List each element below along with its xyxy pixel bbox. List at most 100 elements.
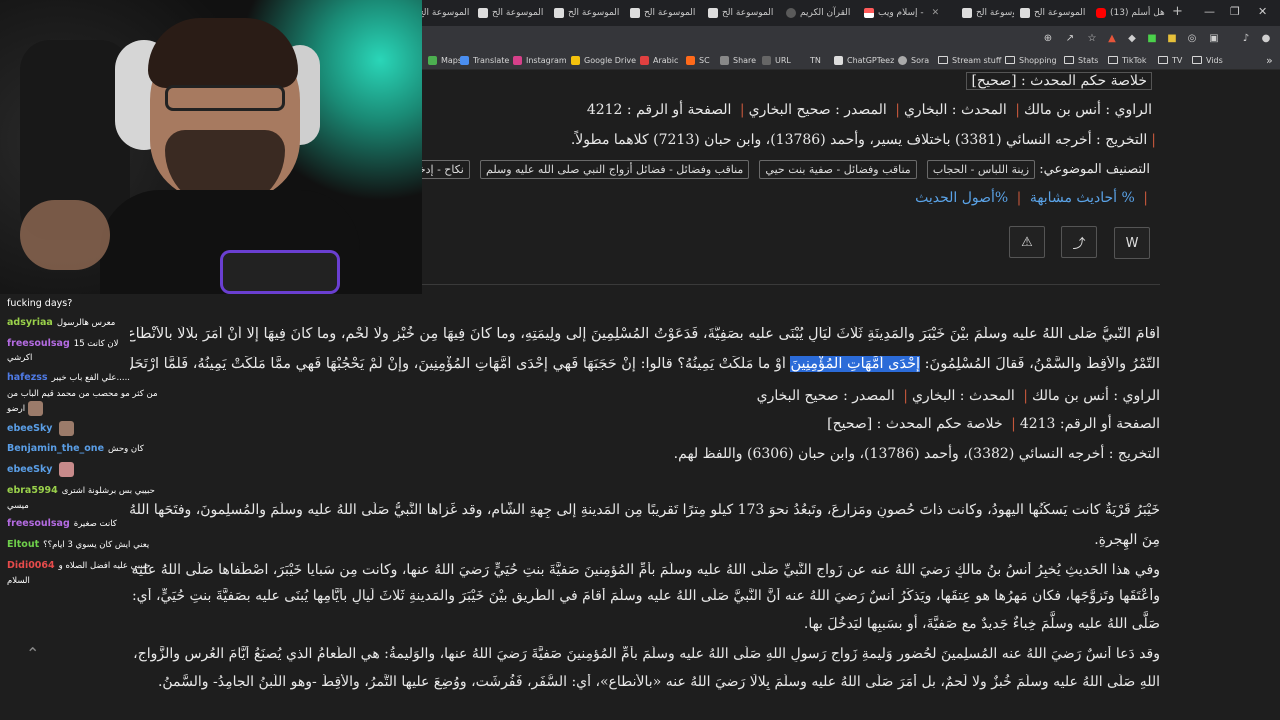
chat-username: ebeeSky: [7, 423, 53, 434]
sharh-line: خَيْبَرُ قَرْيَةٌ كانت يَسكُنُها اليهودُ…: [130, 502, 1160, 518]
message-text: يعني ايش كان يسوي 3 ايام؟؟: [43, 540, 150, 550]
chat-message: adsyriaa معرس هالرسول: [7, 316, 115, 330]
browser-tab[interactable]: الموسوعة الح: [418, 3, 474, 23]
browser-tab[interactable]: (13) هل أسلم: [1096, 3, 1166, 23]
bookmark-item[interactable]: Maps: [428, 53, 462, 67]
topic-tag[interactable]: مناقب وفضائل - صفية بنت حيي: [759, 160, 917, 179]
send-icon[interactable]: ↗: [1064, 32, 1076, 44]
bookmark-item[interactable]: TV: [1158, 53, 1182, 67]
topic-tag[interactable]: زينة اللباس - الحجاب: [926, 160, 1036, 179]
topics-label: التصنيف الموضوعي:: [1039, 162, 1150, 177]
minimize-icon[interactable]: —: [1204, 5, 1215, 18]
media-icon[interactable]: ♪: [1240, 32, 1252, 44]
chat-username: freesoulsag: [7, 518, 70, 529]
browser-tab[interactable]: الموسوعة الح: [478, 3, 548, 23]
sharh-line: اللهِ صَلَّى اللهُ عليه وسلَّمَ خُبزٌ ول…: [157, 674, 1160, 690]
share-button[interactable]: ⤴: [1061, 226, 1097, 258]
separator: |: [903, 388, 908, 404]
sc-icon: [686, 55, 695, 65]
browser-tab[interactable]: الموسوعة الح: [962, 3, 1014, 23]
message-text: حبيبي بس برشلونة اشترى: [61, 486, 155, 496]
bookmark-label: Stats: [1078, 55, 1099, 65]
bookmark-item[interactable]: SC: [686, 53, 710, 67]
page-icon: [1020, 8, 1030, 18]
more-bookmarks-icon[interactable]: »: [1266, 53, 1273, 67]
streamer-hair: [148, 18, 298, 88]
browser-tab[interactable]: القرآن الكريم: [786, 3, 858, 23]
streamer-hand: [20, 200, 110, 270]
window-close-icon[interactable]: ✕: [1258, 5, 1267, 18]
bookmark-item[interactable]: Vids: [1192, 53, 1223, 67]
word-export-button[interactable]: W: [1114, 227, 1150, 259]
extension-icon[interactable]: ■: [1146, 32, 1158, 44]
bookmark-label: URL: [775, 55, 791, 65]
bookmark-label: Translate: [473, 55, 510, 65]
message-text: ميسي: [7, 501, 29, 511]
zoom-icon[interactable]: ⊕: [1042, 32, 1054, 44]
bookmark-label: Share: [733, 55, 757, 65]
profile-icon[interactable]: ●: [1260, 32, 1272, 44]
browser-tab[interactable]: الموسوعة الح: [708, 3, 782, 23]
tab-label: الموسوعة الح: [418, 8, 470, 18]
bookmark-item[interactable]: ChatGPTeez: [834, 53, 894, 67]
separator: |: [1015, 102, 1020, 118]
topic-tag[interactable]: مناقب وفضائل - فضائل أزواج النبي صلى الل…: [480, 160, 750, 179]
emote-icon: [28, 401, 44, 416]
bookmark-item[interactable]: TikTok: [1108, 53, 1147, 67]
chat-overlay: fucking days? adsyriaa معرس هالرسول frees…: [0, 294, 190, 720]
close-icon[interactable]: ✕: [932, 8, 940, 18]
chat-message: Benjamin_the_one كان وحش: [7, 442, 144, 456]
sharh-line: وأعْتَقَها وتَزوَّجَها، فكان مَهرُها هو …: [130, 588, 1160, 604]
message-text: كان وحش: [108, 444, 144, 454]
browser-tab[interactable]: الموسوعة الح: [1020, 3, 1092, 23]
topic-tag[interactable]: نكاح - إدخال المرأة على: [422, 160, 470, 179]
browser-tab[interactable]: الموسوعة الح: [554, 3, 624, 23]
maximize-icon[interactable]: ❐: [1230, 5, 1240, 18]
bookmark-item[interactable]: Sora: [898, 53, 929, 67]
bookmark-item[interactable]: Stream stuff: [938, 53, 1001, 67]
chat-username: Benjamin_the_one: [7, 443, 105, 454]
bookmark-item[interactable]: Shopping: [1005, 53, 1057, 67]
similar-hadith-link[interactable]: % أحاديث مشابهة: [1030, 190, 1135, 206]
bookmark-item[interactable]: Stats: [1064, 53, 1098, 67]
bookmark-item[interactable]: TN: [810, 53, 821, 67]
emote-icon: [59, 462, 75, 477]
hadith1-takhrij: |التخريج : أخرجه النسائي (3381) باختلاف …: [571, 132, 1160, 148]
bookmark-label: TN: [810, 55, 821, 65]
bookmark-item[interactable]: URL: [762, 53, 791, 67]
new-tab-icon[interactable]: +: [1172, 4, 1183, 19]
star-icon[interactable]: ☆: [1086, 32, 1098, 44]
message-text: كانت صغيرة: [73, 519, 117, 529]
chat-message: من كثر مو محصب من محمد قيم الباب من: [7, 387, 158, 401]
chat-username: hafezss: [7, 372, 48, 383]
url-icon: [762, 55, 771, 65]
chat-message: ارضو: [7, 401, 44, 416]
tab-label: الموسوعة الح: [492, 8, 544, 18]
bookmark-item[interactable]: Instagram: [513, 53, 567, 67]
extension-icon[interactable]: ◆: [1126, 32, 1138, 44]
arabic-icon: [640, 55, 649, 65]
extension-icon[interactable]: ■: [1166, 32, 1178, 44]
page-icon: [708, 8, 718, 18]
browser-tab[interactable]: إسلام ويب - ✕: [864, 3, 956, 23]
chat-username: Didi0064: [7, 560, 55, 571]
extension-icon[interactable]: ▣: [1208, 32, 1220, 44]
chevron-up-icon[interactable]: ⌃: [26, 644, 39, 663]
word-icon: W: [1125, 235, 1139, 251]
bookmark-item[interactable]: Share: [720, 53, 756, 67]
bookmark-item[interactable]: Translate: [460, 53, 509, 67]
browser-tab[interactable]: الموسوعة الح: [630, 3, 700, 23]
source: المصدر : صحيح البخاري: [756, 388, 895, 404]
chat-username: ebeeSky: [7, 464, 53, 475]
usul-hadith-link[interactable]: %أصول الحديث: [915, 190, 1008, 206]
extension-icon[interactable]: ▲: [1106, 32, 1118, 44]
bookmark-item[interactable]: Arabic: [640, 53, 678, 67]
muhaddith: المحدث : البخاري: [903, 102, 1007, 118]
message-text: حبيبي عليه افضل الصلاه و: [58, 561, 151, 571]
report-button[interactable]: ⚠: [1009, 226, 1045, 258]
bookmark-item[interactable]: Google Drive: [571, 53, 636, 67]
sharh-line: وقد دَعا أنسٌ رَضيَ اللهُ عنه المُسلِمين…: [130, 646, 1160, 662]
chatgpt-icon: [834, 55, 843, 65]
extension-icon[interactable]: ◎: [1186, 32, 1198, 44]
hadith2-text-line: أقامَ النَّبيُّ صَلَّى اللهُ عليه وسلَّم…: [130, 326, 1160, 342]
